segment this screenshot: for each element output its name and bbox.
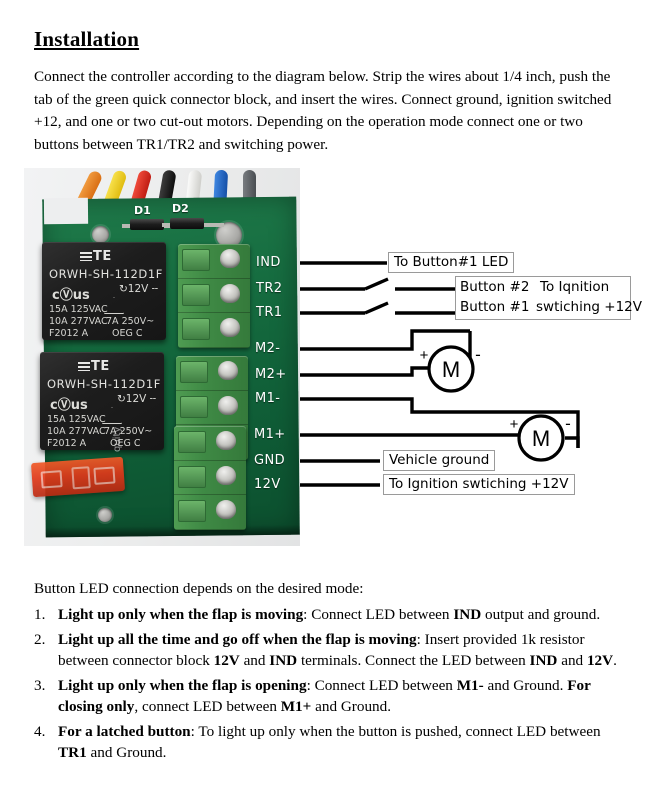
terminal-ref: 12V bbox=[213, 652, 240, 669]
list-text-end: and Ground. bbox=[86, 744, 167, 761]
installation-diagram: D1 D2 TE ORWH-SH-112D1F cⓋus ↻12V ╌ 15A … bbox=[0, 160, 653, 560]
list-text-2: , connect LED between bbox=[134, 698, 281, 715]
list-item: 2. Light up all the time and go off when … bbox=[34, 629, 628, 672]
motor-1-plus: + bbox=[420, 347, 429, 364]
annotation-vehicle-ground: Vehicle ground bbox=[383, 450, 496, 471]
list-text: : To light up only when the button is pu… bbox=[190, 722, 601, 740]
list-item: 1. Light up only when the flap is moving:… bbox=[34, 604, 628, 626]
annotation-ignition-line1: To Iqnition bbox=[540, 279, 610, 295]
list-text-mid: and Ground. bbox=[483, 676, 568, 694]
motor-2-label: M bbox=[532, 426, 550, 451]
terminal-ref: IND bbox=[269, 652, 298, 669]
annotation-button1-led: To Button#1 LED bbox=[388, 252, 515, 273]
list-text-end: output and ground. bbox=[481, 606, 601, 623]
intro-paragraph: Connect the controller according to the … bbox=[34, 68, 612, 153]
switch-contact-tr2 bbox=[364, 277, 389, 291]
list-text-end: . bbox=[613, 652, 617, 669]
list-text: : Connect LED between bbox=[303, 606, 454, 623]
motor-2-minus: - bbox=[565, 414, 571, 433]
terminal-ref: M1+ bbox=[280, 698, 312, 715]
list-bold-phrase: Light up all the time and go off when th… bbox=[58, 630, 417, 648]
list-bold-phrase: Light up only when the flap is moving bbox=[58, 606, 304, 623]
terminal-ref: IND bbox=[453, 606, 482, 623]
list-number: 2. bbox=[34, 630, 46, 648]
annotation-ignition-12v: To Ignition swtiching +12V bbox=[383, 474, 575, 495]
list-number: 3. bbox=[34, 676, 46, 694]
motor-1-label: M bbox=[442, 357, 460, 382]
terminal-ref: TR1 bbox=[58, 744, 87, 761]
list-bold-phrase: For a latched button bbox=[58, 722, 191, 740]
terminal-ref: 12V bbox=[586, 652, 614, 669]
switch-contact-tr1 bbox=[364, 301, 389, 315]
motor-2-plus: + bbox=[510, 416, 519, 433]
motor-2-minus-lead bbox=[565, 436, 580, 448]
list-text-mid: and bbox=[239, 652, 270, 669]
led-mode-list: 1. Light up only when the flap is moving:… bbox=[34, 604, 628, 767]
terminal-ref: M1- bbox=[456, 676, 484, 694]
motor-1-minus: - bbox=[475, 345, 481, 364]
annotation-ignition-line2: swtiching +12V bbox=[536, 299, 642, 315]
list-number: 1. bbox=[34, 606, 46, 623]
led-intro-text: Button LED connection depends on the des… bbox=[34, 580, 364, 597]
motor-2-symbol: M + - bbox=[510, 414, 571, 462]
annotation-button1: Button #1 bbox=[460, 299, 530, 315]
schematic-overlay: M + - M + - bbox=[300, 261, 580, 487]
wire-m2-minus bbox=[300, 329, 470, 351]
annotation-button2: Button #2 bbox=[460, 279, 530, 295]
list-text-end: and Ground. bbox=[311, 698, 392, 715]
list-item: 4. For a latched button: To light up only… bbox=[34, 721, 628, 764]
list-text-mid-2: and bbox=[557, 652, 587, 669]
list-text-2: terminals. Connect the LED between bbox=[297, 652, 530, 669]
terminal-ref: IND bbox=[529, 652, 558, 669]
annotation-ignition-group: Button #2 Button #1 To Iqnition swtichin… bbox=[455, 276, 642, 320]
list-bold-phrase: Light up only when the flap is opening bbox=[58, 676, 307, 694]
list-number: 4. bbox=[34, 722, 46, 740]
list-item: 3. Light up only when the flap is opening… bbox=[34, 675, 628, 718]
list-text: : Connect LED between bbox=[306, 676, 457, 694]
wire-m2-plus bbox=[300, 366, 430, 377]
page-title: Installation bbox=[34, 27, 140, 51]
